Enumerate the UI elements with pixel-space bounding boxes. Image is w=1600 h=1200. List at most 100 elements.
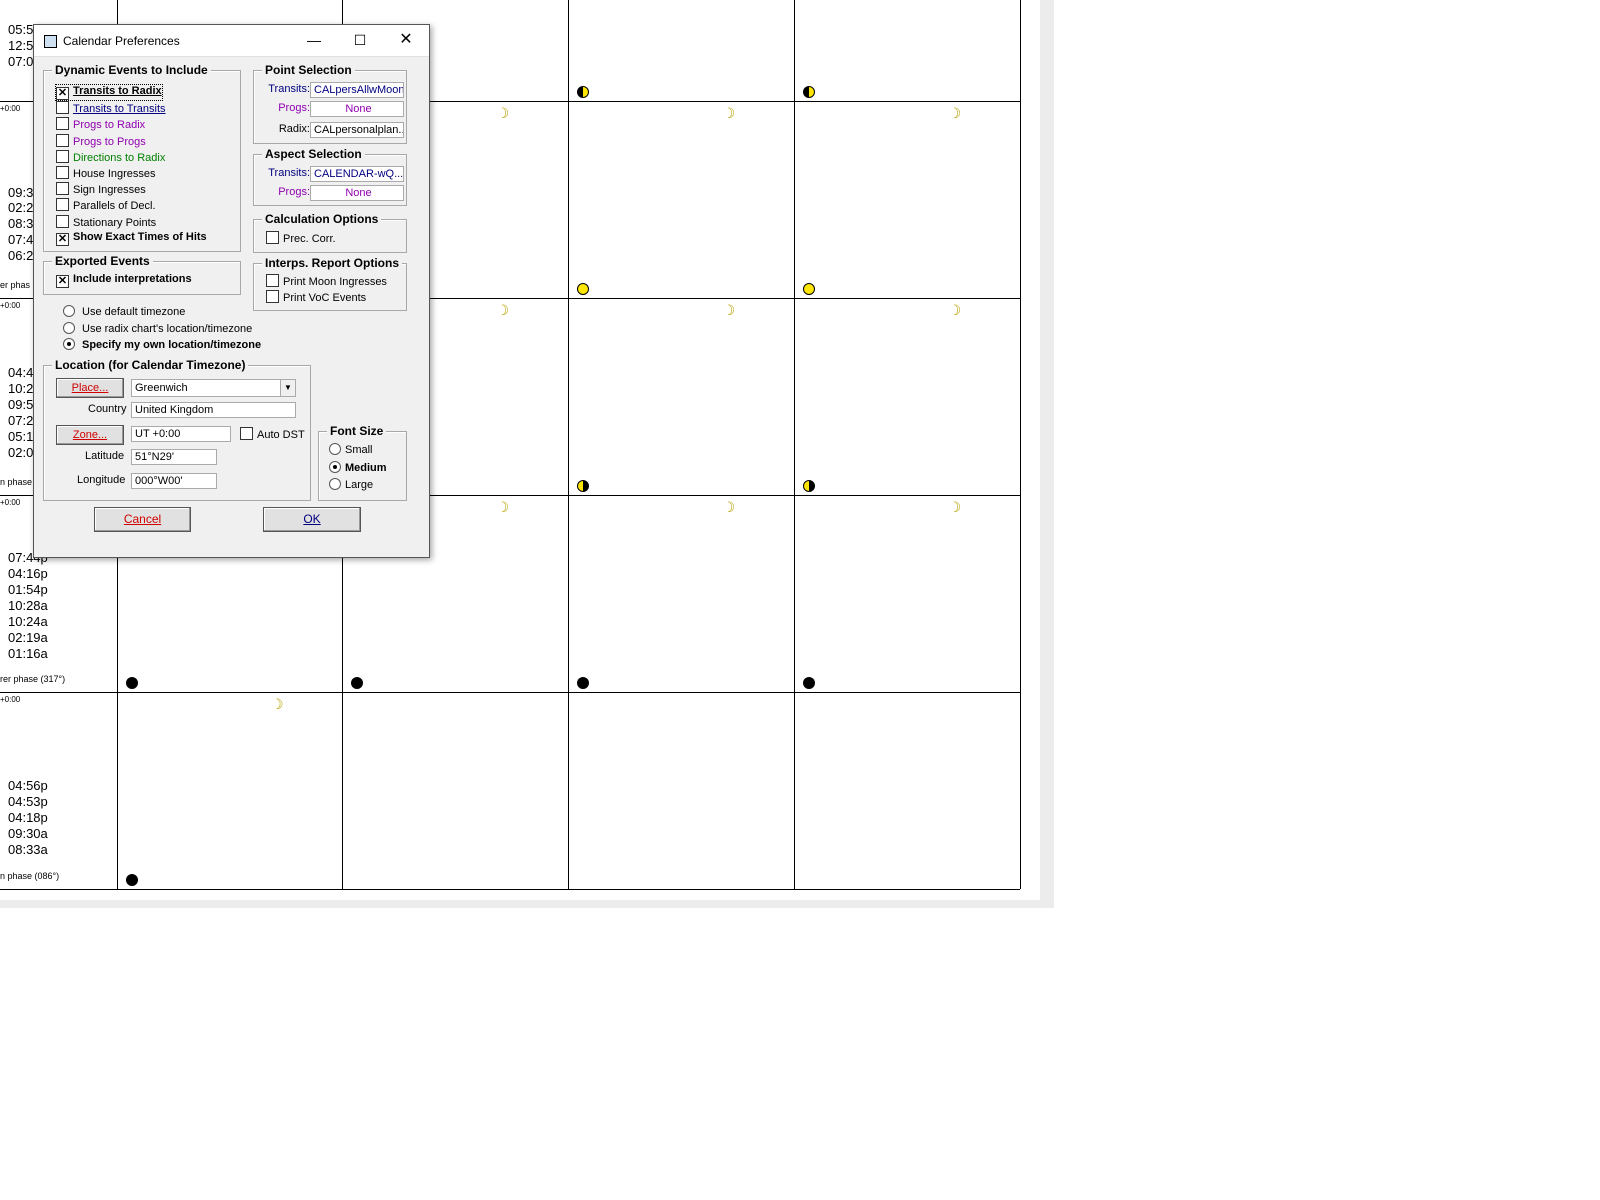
dialog-title: Calendar Preferences [63,34,180,48]
calendar-day-cell[interactable]: ☽ [795,102,1020,298]
place-button[interactable]: Place... [56,378,124,398]
event-row[interactable] [799,416,914,432]
event-row[interactable] [347,581,462,597]
moon-phase-icon [577,283,589,295]
event-row[interactable] [573,55,688,71]
zone-button[interactable]: Zone... [56,425,124,445]
event-time: 05:1 [8,429,34,444]
event-row[interactable] [573,222,688,238]
event-row[interactable] [347,8,462,24]
zone-field[interactable]: UT +0:00 [131,426,231,442]
event-row[interactable] [799,385,914,401]
event-row[interactable] [347,613,462,629]
event-row[interactable] [573,448,688,464]
event-row[interactable] [573,645,688,661]
aspect-progs-field[interactable]: None [310,185,404,201]
calendar-day-cell[interactable] [569,1,794,101]
prec-corr-checkbox[interactable]: Prec. Corr. [266,231,336,245]
event-row[interactable] [573,238,688,254]
event-row[interactable] [799,238,914,254]
font-size-group: Font Size Small Medium Large [318,424,407,501]
grid-vline [1020,0,1021,889]
event-row[interactable] [122,810,237,826]
event-row[interactable] [573,24,688,40]
dynamic-event-checkbox[interactable]: Parallels of Decl. [56,198,156,212]
dynamic-event-checkbox[interactable]: Directions to Radix [56,149,165,164]
dynamic-event-checkbox[interactable]: Progs to Radix [56,117,145,131]
event-row[interactable] [799,613,914,629]
dynamic-event-checkbox[interactable]: Sign Ingresses [56,182,146,196]
event-row[interactable] [799,24,914,40]
calendar-day-cell[interactable]: ☽ [118,693,342,889]
dynamic-event-checkbox[interactable]: House Ingresses [56,166,156,180]
point-radix-field[interactable]: CALpersonalplan... [310,122,404,138]
event-row[interactable] [799,401,914,417]
event-row[interactable] [573,254,688,270]
event-row[interactable] [347,644,462,660]
calendar-day-cell[interactable] [795,1,1020,101]
timezone-radio[interactable]: Use default timezone [63,305,185,318]
longitude-field[interactable]: 000°W00' [131,473,217,489]
location-group: Location (for Calendar Timezone) Place..… [43,358,311,501]
radio-label: Use radix chart's location/timezone [82,322,253,335]
event-row[interactable] [799,628,914,644]
dynamic-event-checkbox[interactable]: ✕ Transits to Radix [55,84,163,101]
dynamic-event-checkbox[interactable]: ✕ Show Exact Times of Hits [56,231,207,246]
event-row[interactable] [799,644,914,660]
font-size-radio[interactable]: Medium [329,460,387,474]
calendar-day-cell[interactable]: ☽ [795,299,1020,495]
calendar-day-cell[interactable]: ☽ [795,496,1020,692]
maximize-button[interactable]: ☐ [337,25,383,56]
timezone-radio[interactable]: Specify my own location/timezone [63,338,261,351]
event-row[interactable] [122,644,237,660]
timezone-radio[interactable]: Use radix chart's location/timezone [63,321,253,335]
font-size-radio[interactable]: Small [329,443,373,456]
aspect-transits-field[interactable]: CALENDAR-wQ... [310,166,404,182]
event-row[interactable] [799,40,914,56]
chevron-down-icon[interactable]: ▼ [280,380,295,396]
dynamic-event-checkbox[interactable]: Progs to Progs [56,133,146,148]
point-transits-field[interactable]: CALpersAllwMoon [310,82,404,98]
event-row[interactable] [573,191,688,207]
auto-dst-checkbox[interactable]: Auto DST [240,427,305,441]
place-dropdown[interactable]: Greenwich ▼ [131,379,296,397]
moon-phase [126,874,160,886]
calculation-options-title: Calculation Options [262,212,382,226]
interp-option-checkbox[interactable]: Print Moon Ingresses [266,274,387,288]
event-row[interactable] [573,39,688,55]
event-row[interactable] [799,432,914,448]
point-progs-field[interactable]: None [310,101,404,117]
event-row[interactable] [347,566,462,582]
event-row[interactable] [799,207,914,223]
event-row[interactable] [347,597,462,613]
event-row[interactable] [799,223,914,239]
font-size-radio[interactable]: Large [329,478,373,491]
prec-corr-label: Prec. Corr. [283,233,336,245]
dynamic-event-checkbox[interactable]: Stationary Points [56,214,156,229]
event-row[interactable] [122,826,237,842]
interp-option-checkbox[interactable]: Print VoC Events [266,290,366,304]
title-bar[interactable]: Calendar Preferences — ☐ ✕ [34,25,429,57]
event-row[interactable] [573,629,688,645]
minimize-button[interactable]: — [291,25,337,56]
ok-button[interactable]: OK [263,507,361,532]
cancel-button[interactable]: Cancel [94,507,191,532]
event-row[interactable] [799,597,914,613]
event-row[interactable] [122,841,237,857]
event-row[interactable] [573,175,688,191]
event-row[interactable] [799,254,914,270]
calendar-day-cell[interactable]: ☽ [569,496,794,692]
calendar-day-cell[interactable]: ☽ [569,102,794,298]
event-row[interactable] [799,55,914,71]
include-interpretations-checkbox[interactable]: ✕ Include interpretations [56,273,192,288]
event-row[interactable] [122,1,237,11]
dynamic-event-checkbox[interactable]: Transits to Transits [56,101,166,115]
event-row[interactable] [573,8,688,24]
event-row[interactable] [573,206,688,222]
latitude-field[interactable]: 51°N29' [131,449,217,465]
close-button[interactable]: ✕ [383,25,429,56]
event-row[interactable] [347,629,462,645]
country-field[interactable]: United Kingdom [131,402,296,418]
event-row[interactable] [799,448,914,464]
calendar-day-cell[interactable]: ☽ [569,299,794,495]
